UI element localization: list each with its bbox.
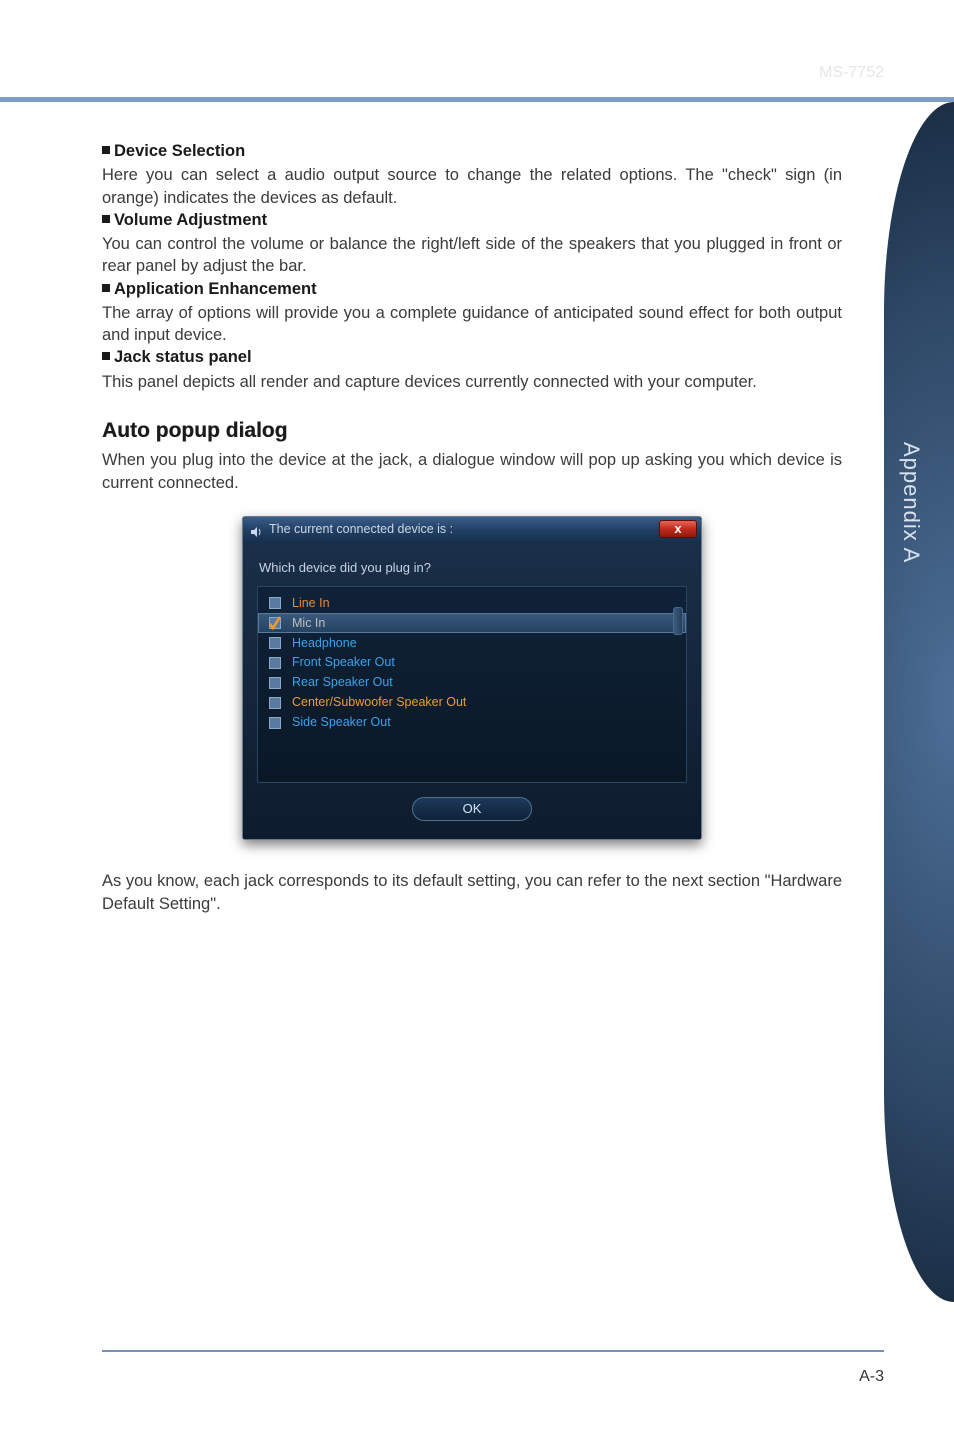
footer-divider [102,1350,884,1352]
jack-dialog: The current connected device is : x Whic… [242,516,702,841]
section-title-app: Application Enhancement [102,278,842,300]
side-tab-label: Appendix A [898,442,924,563]
dialog-titlebar: The current connected device is : x [243,517,701,543]
bullet-icon [102,352,110,360]
jack-icon [268,636,282,650]
section-body-app: The array of options will provide you a … [102,302,842,347]
device-option-label: Line In [292,595,676,612]
device-option-label: Rear Speaker Out [292,674,676,691]
dialog-title: The current connected device is : [269,521,453,538]
side-tab: Appendix A [884,102,954,1302]
close-button[interactable]: x [659,520,697,538]
jack-icon [268,696,282,710]
bullet-icon [102,146,110,154]
device-option[interactable]: Side Speaker Out [258,713,686,733]
ok-button[interactable]: OK [412,797,532,821]
device-option-label: Side Speaker Out [292,714,676,731]
speaker-icon [249,523,263,537]
device-option[interactable]: Line In [258,593,686,613]
device-option[interactable]: Front Speaker Out [258,653,686,673]
bullet-icon [102,284,110,292]
dialog-prompt: Which device did you plug in? [259,559,687,577]
section-title-device: Device Selection [102,140,842,162]
device-option-label: Mic In [292,615,676,632]
header-divider [0,97,954,102]
post-dialog-text: As you know, each jack corresponds to it… [102,870,842,915]
device-option[interactable]: Mic In [258,613,686,633]
jack-icon [268,656,282,670]
section-body-device: Here you can select a audio output sourc… [102,164,842,209]
section-body-jack: This panel depicts all render and captur… [102,371,842,393]
scrollbar-thumb[interactable] [673,607,683,635]
header-model-label: MS-7752 [819,64,884,82]
auto-popup-heading: Auto popup dialog [102,417,842,445]
device-option-label: Headphone [292,635,676,652]
section-title-volume: Volume Adjustment [102,209,842,231]
page-number: A-3 [859,1368,884,1386]
jack-icon [268,616,282,630]
device-list[interactable]: Line In Mic In Headphone Front Speaker Out R… [257,586,687,783]
device-option[interactable]: Center/Subwoofer Speaker Out [258,693,686,713]
jack-icon [268,676,282,690]
bullet-icon [102,215,110,223]
auto-popup-intro: When you plug into the device at the jac… [102,449,842,494]
device-option[interactable]: Headphone [258,633,686,653]
device-option[interactable]: Rear Speaker Out [258,673,686,693]
jack-icon [268,716,282,730]
section-title-jack: Jack status panel [102,346,842,368]
jack-icon [268,596,282,610]
device-option-label: Front Speaker Out [292,654,676,671]
device-option-label: Center/Subwoofer Speaker Out [292,694,676,711]
section-body-volume: You can control the volume or balance th… [102,233,842,278]
